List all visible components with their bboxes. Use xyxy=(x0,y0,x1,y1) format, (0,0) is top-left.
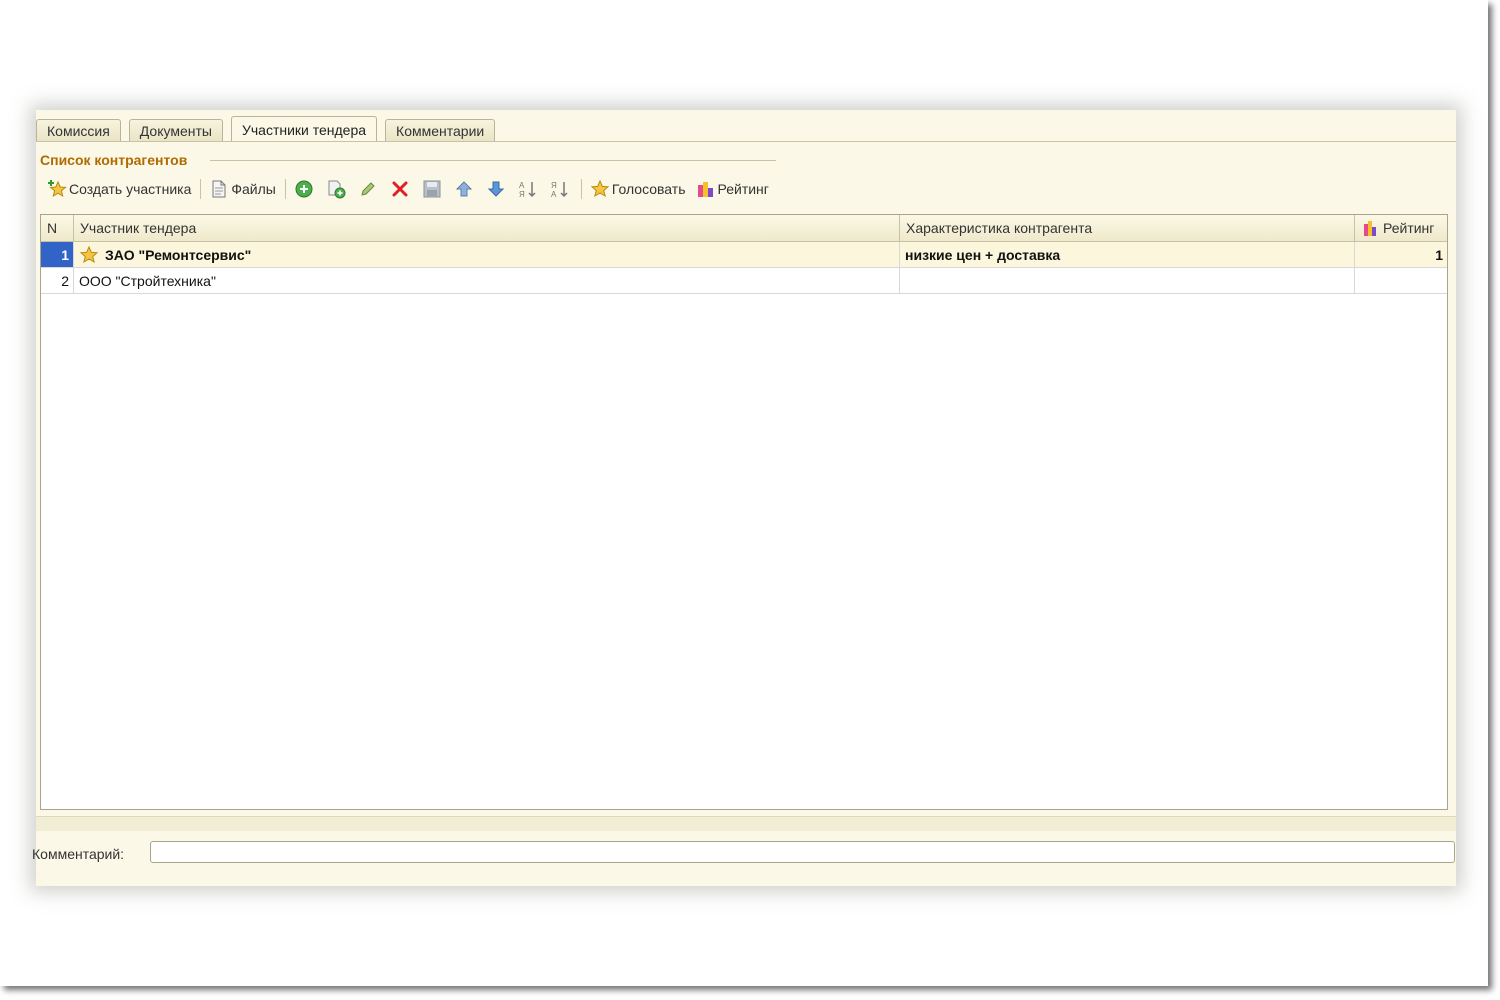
participant-name-cell[interactable]: ООО "Стройтехника" xyxy=(74,268,900,293)
tab-comments[interactable]: Комментарии xyxy=(385,119,496,142)
toolbar: Создать участника Файлы A Я Я A Голосова… xyxy=(44,176,776,202)
star-add-icon xyxy=(47,179,67,199)
files-button[interactable]: Файлы xyxy=(206,177,278,201)
tab-tender-participants[interactable]: Участники тендера xyxy=(230,116,378,142)
tab-documents[interactable]: Документы xyxy=(128,119,223,142)
participants-table[interactable]: N Участник тендера Характеристика контра… xyxy=(40,214,1448,810)
svg-text:Я: Я xyxy=(519,190,525,199)
star-icon xyxy=(590,179,610,199)
create-participant-button[interactable]: Создать участника xyxy=(44,177,194,201)
edit-row-button[interactable] xyxy=(355,177,383,201)
files-label: Файлы xyxy=(231,181,276,197)
copy-row-button[interactable] xyxy=(323,177,351,201)
sort-ascending-button[interactable]: AЯ xyxy=(515,177,543,201)
rating-cell[interactable]: 1 xyxy=(1355,242,1447,267)
toolbar-separator xyxy=(284,179,286,199)
toolbar-separator xyxy=(200,179,202,199)
save-icon xyxy=(422,179,442,199)
save-button[interactable] xyxy=(419,177,447,201)
edit-icon xyxy=(358,179,378,199)
star-icon xyxy=(79,245,99,265)
tab-bar: Комиссия Документы Участники тендера Ком… xyxy=(36,116,503,142)
table-row[interactable]: 1 ЗАО "Ремонтсервис" низкие цен + достав… xyxy=(41,242,1447,268)
row-number: 2 xyxy=(41,268,74,293)
create-participant-label: Создать участника xyxy=(69,181,192,197)
row-number: 1 xyxy=(41,242,74,267)
svg-text:A: A xyxy=(519,181,525,190)
column-header-n[interactable]: N xyxy=(41,215,74,241)
rating-label: Рейтинг xyxy=(717,181,769,197)
participant-name: ЗАО "Ремонтсервис" xyxy=(105,246,252,263)
copy-icon xyxy=(326,179,346,199)
comment-label: Комментарий: xyxy=(32,846,125,862)
characteristic-cell[interactable] xyxy=(900,268,1355,293)
group-title-divider xyxy=(210,160,776,161)
column-header-rating[interactable]: Рейтинг xyxy=(1355,215,1447,241)
sort-descending-icon: ЯA xyxy=(550,179,570,199)
move-down-button[interactable] xyxy=(483,177,511,201)
delete-icon xyxy=(390,179,410,199)
rating-button[interactable]: Рейтинг xyxy=(693,177,772,201)
table-row[interactable]: 2 ООО "Стройтехника" xyxy=(41,268,1447,294)
svg-text:Я: Я xyxy=(551,181,557,190)
group-title: Список контрагентов xyxy=(40,152,188,168)
sort-descending-button[interactable]: ЯA xyxy=(547,177,575,201)
rating-cell[interactable] xyxy=(1355,268,1447,293)
add-icon xyxy=(294,179,314,199)
participant-name-cell[interactable]: ЗАО "Ремонтсервис" xyxy=(74,242,900,267)
delete-row-button[interactable] xyxy=(387,177,415,201)
rating-icon xyxy=(1363,219,1379,237)
column-header-participant[interactable]: Участник тендера xyxy=(74,215,900,241)
participant-name: ООО "Стройтехника" xyxy=(79,272,216,289)
table-header: N Участник тендера Характеристика контра… xyxy=(41,215,1447,242)
arrow-up-icon xyxy=(454,179,474,199)
arrow-down-icon xyxy=(486,179,506,199)
rating-icon xyxy=(696,179,716,199)
tender-form: Комиссия Документы Участники тендера Ком… xyxy=(32,110,1456,886)
svg-text:A: A xyxy=(551,190,557,199)
toolbar-separator xyxy=(580,179,582,199)
tabs-divider xyxy=(36,141,1456,142)
comment-input[interactable] xyxy=(150,841,1455,863)
sort-ascending-icon: AЯ xyxy=(518,179,538,199)
characteristic-cell[interactable]: низкие цен + доставка xyxy=(900,242,1355,267)
document-icon xyxy=(209,179,229,199)
vote-button[interactable]: Голосовать xyxy=(587,177,689,201)
column-header-rating-label: Рейтинг xyxy=(1383,220,1435,236)
move-up-button[interactable] xyxy=(451,177,479,201)
tab-commission[interactable]: Комиссия xyxy=(36,119,121,142)
horizontal-scroll-area[interactable] xyxy=(36,816,1456,831)
column-header-characteristic[interactable]: Характеристика контрагента xyxy=(900,215,1355,241)
add-row-button[interactable] xyxy=(291,177,319,201)
vote-label: Голосовать xyxy=(611,181,686,197)
